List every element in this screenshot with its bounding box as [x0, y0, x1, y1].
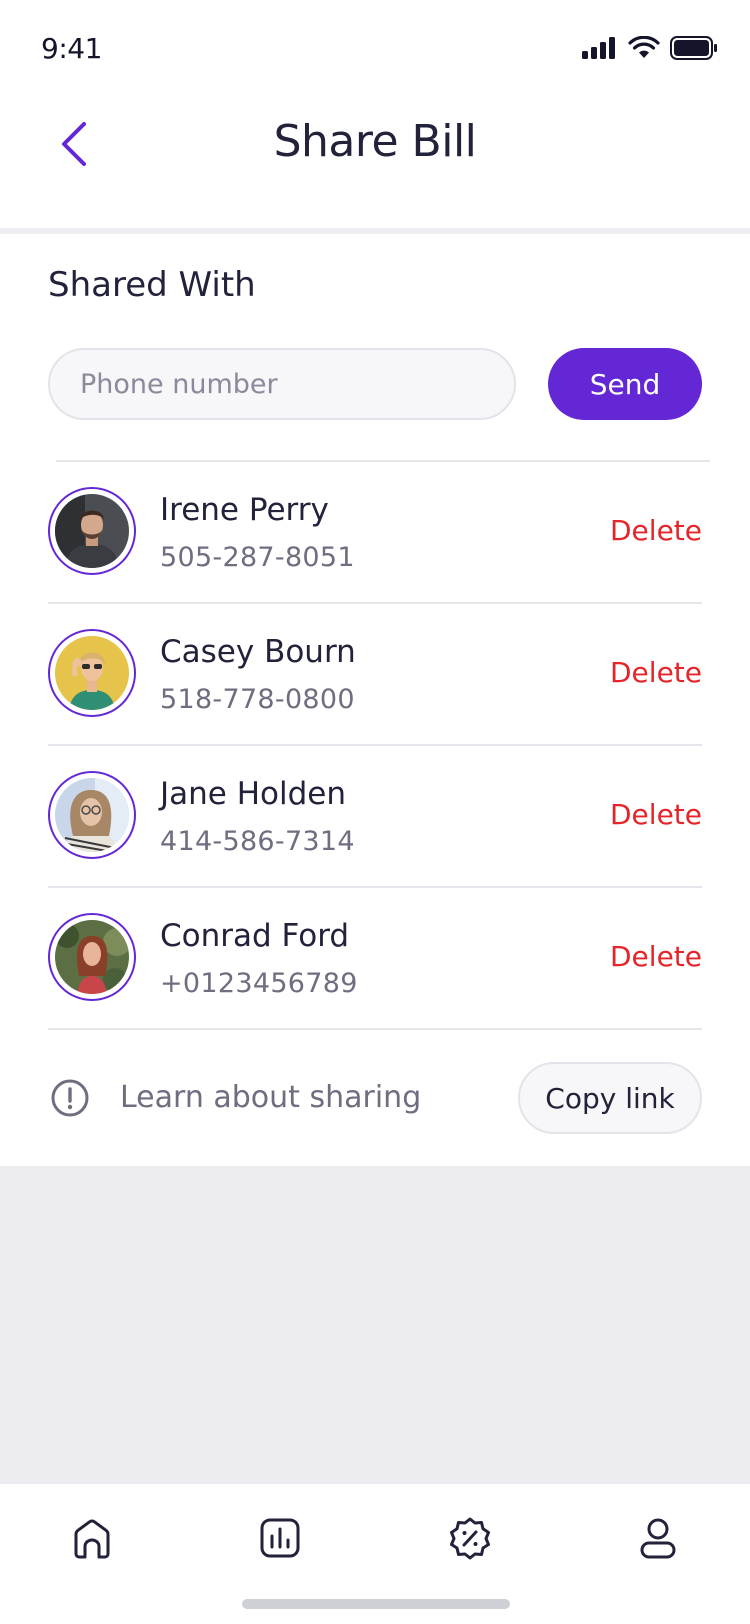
contact-name: Conrad Ford — [160, 918, 350, 954]
contact-list: Irene Perry 505-287-8051 Delete Casey Bo… — [48, 462, 702, 1030]
header: Share Bill — [0, 100, 750, 228]
profile-icon — [640, 1518, 676, 1559]
home-icon — [74, 1519, 110, 1559]
avatar — [48, 913, 136, 1001]
delete-button[interactable]: Delete — [610, 940, 702, 973]
copy-link-button[interactable]: Copy link — [518, 1062, 702, 1134]
status-bar: 9:41 — [0, 0, 750, 100]
delete-button[interactable]: Delete — [610, 514, 702, 547]
avatar — [48, 487, 136, 575]
contact-row: Irene Perry 505-287-8051 Delete — [48, 462, 702, 604]
avatar — [48, 771, 136, 859]
delete-button[interactable]: Delete — [610, 798, 702, 831]
send-button[interactable]: Send — [548, 348, 702, 420]
contact-name: Irene Perry — [160, 492, 329, 528]
empty-area — [0, 1166, 750, 1484]
avatar — [48, 629, 136, 717]
tab-home[interactable] — [62, 1508, 122, 1568]
section-title: Shared With — [48, 265, 256, 305]
tab-offers[interactable] — [440, 1508, 500, 1568]
discount-icon — [450, 1517, 490, 1560]
contact-row: Jane Holden 414-586-7314 Delete — [48, 746, 702, 888]
learn-row: Learn about sharing Copy link — [48, 1062, 702, 1134]
page-title: Share Bill — [273, 116, 477, 167]
status-time: 9:41 — [41, 32, 102, 65]
tab-profile[interactable] — [628, 1508, 688, 1568]
info-icon — [51, 1079, 89, 1117]
contact-phone: 518-778-0800 — [160, 684, 355, 715]
battery-icon — [670, 36, 717, 60]
chart-icon — [260, 1518, 300, 1558]
signal-icon — [582, 37, 615, 59]
status-icons — [582, 36, 718, 60]
contact-name: Jane Holden — [160, 776, 346, 812]
contact-row: Conrad Ford +0123456789 Delete — [48, 888, 702, 1030]
contact-row: Casey Bourn 518-778-0800 Delete — [48, 604, 702, 746]
home-indicator — [242, 1599, 510, 1609]
header-divider — [0, 228, 750, 234]
learn-about-sharing-link[interactable]: Learn about sharing — [120, 1080, 421, 1115]
tab-stats[interactable] — [250, 1508, 310, 1568]
wifi-icon — [628, 36, 660, 58]
contact-name: Casey Bourn — [160, 634, 356, 670]
contact-phone: +0123456789 — [160, 968, 358, 999]
delete-button[interactable]: Delete — [610, 656, 702, 689]
phone-number-input[interactable] — [48, 348, 516, 420]
contact-phone: 505-287-8051 — [160, 542, 355, 573]
contact-phone: 414-586-7314 — [160, 826, 355, 857]
